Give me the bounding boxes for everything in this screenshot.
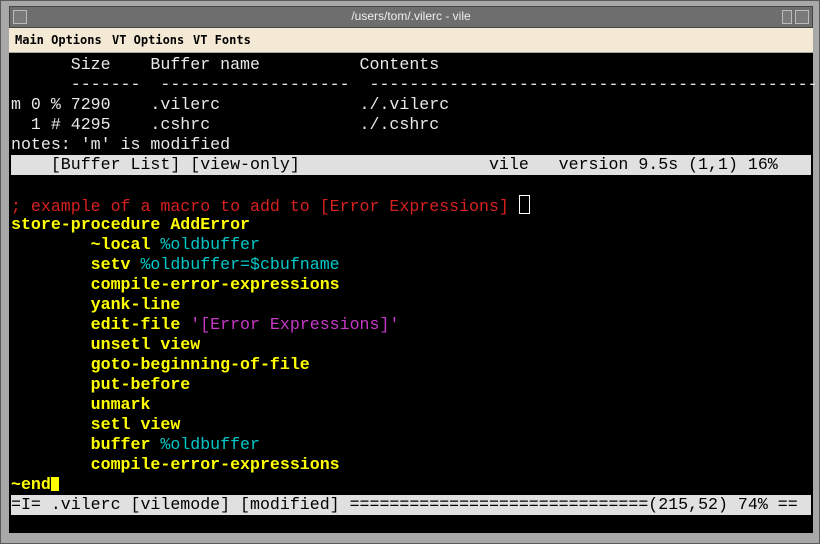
variable: %oldbuffer — [140, 255, 241, 274]
title-bar[interactable]: /users/tom/.vilerc - vile — [9, 6, 813, 28]
keyword: buffer — [11, 435, 161, 454]
code-line: put-before — [11, 375, 191, 394]
comment-text: ; example of a macro to add to [Error Ex… — [11, 197, 519, 216]
menu-vt-options[interactable]: VT Options — [112, 33, 184, 47]
menu-main-options[interactable]: Main Options — [15, 33, 102, 47]
vile-window: /users/tom/.vilerc - vile Main Options V… — [0, 0, 820, 544]
code-line: setl view — [11, 415, 181, 434]
code-line: edit-file '[Error Expressions]' — [11, 315, 400, 335]
code-line: compile-error-expressions — [11, 455, 340, 474]
text-cursor — [518, 195, 530, 214]
code-line: buffer %oldbuffer — [11, 435, 260, 455]
buffer-row[interactable]: m 0 % 7290 .vilerc ./.vilerc — [11, 95, 449, 115]
buffer-list-dashes: ------- ------------------- ------------… — [11, 75, 818, 94]
code-line: ~end — [11, 475, 59, 495]
keyword: edit-file — [11, 315, 191, 334]
code-line: unmark — [11, 395, 151, 414]
keyword: ~end — [11, 475, 51, 494]
buffer-list-status-line: [Buffer List] [view-only] vile version 9… — [11, 155, 811, 175]
code-line: setv %oldbuffer=$cbufname — [11, 255, 340, 275]
code-line: yank-line — [11, 295, 181, 314]
code-comment: ; example of a macro to add to [Error Ex… — [11, 195, 530, 216]
variable: =$cbufname — [240, 255, 340, 274]
string-literal: '[Error Expressions]' — [190, 315, 400, 334]
maximize-button[interactable] — [795, 10, 809, 24]
code-line: goto-beginning-of-file — [11, 355, 310, 374]
keyword: ~local — [11, 235, 161, 254]
variable: %oldbuffer — [160, 235, 260, 254]
buffer-list-header: Size Buffer name Contents — [11, 55, 440, 74]
editor-status-line: =I= .vilerc [vilemode] [modified] ======… — [11, 495, 811, 515]
minimize-button[interactable] — [782, 10, 792, 24]
buffer-list-notes: notes: 'm' is modified — [11, 135, 231, 154]
keyword: setv — [11, 255, 141, 274]
window-title: /users/tom/.vilerc - vile — [351, 9, 471, 23]
code-line: unsetl view — [11, 335, 201, 354]
variable: %oldbuffer — [160, 435, 260, 454]
buffer-row[interactable]: 1 # 4295 .cshrc ./.cshrc — [11, 115, 439, 135]
block-cursor — [50, 477, 59, 491]
terminal[interactable]: Size Buffer name Contents ------- ------… — [9, 53, 818, 533]
code-line: compile-error-expressions — [11, 275, 340, 294]
code-line: store-procedure AddError — [11, 215, 250, 234]
menu-bar: Main Options VT Options VT Fonts — [9, 28, 813, 52]
menu-vt-fonts[interactable]: VT Fonts — [193, 33, 251, 47]
code-line: ~local %oldbuffer — [11, 235, 260, 255]
